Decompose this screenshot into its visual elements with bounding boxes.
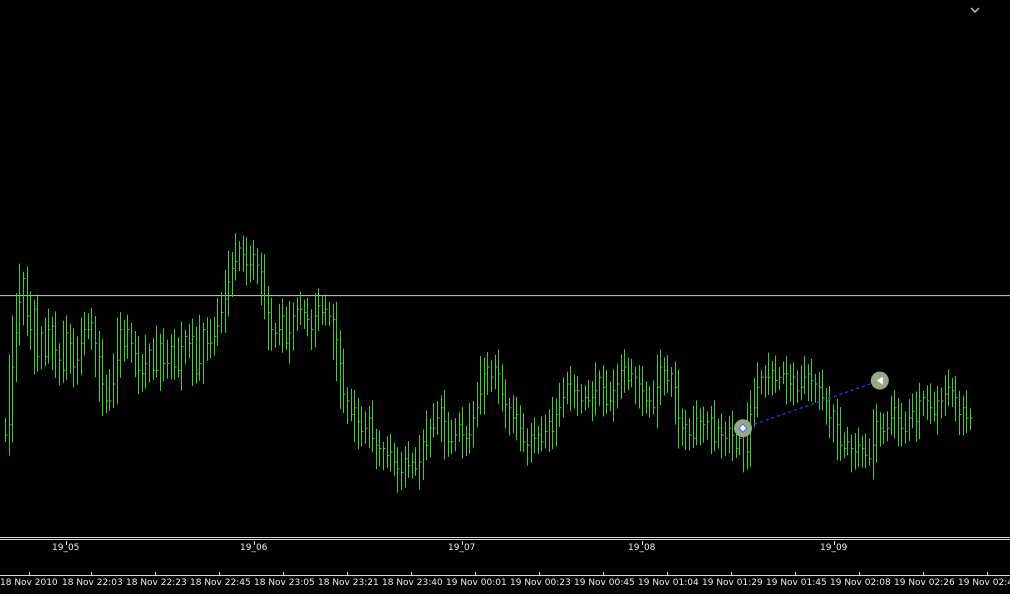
- time-tick: [219, 572, 220, 576]
- time-tick: [603, 572, 604, 576]
- time-tick: [411, 572, 412, 576]
- time-tick: [667, 572, 668, 576]
- time-tick: [475, 572, 476, 576]
- time-label: 19 Nov 01:04: [638, 578, 699, 588]
- time-label: 19 Nov 02:08: [830, 578, 891, 588]
- session-tick: [254, 541, 255, 545]
- time-label: 18 Nov 2010: [0, 578, 58, 588]
- time-label: 18 Nov 22:23: [126, 578, 187, 588]
- time-tick: [731, 572, 732, 576]
- session-tick: [462, 541, 463, 545]
- session-tick: [66, 541, 67, 545]
- axis-divider-bottom: [0, 539, 1010, 540]
- time-tick: [347, 572, 348, 576]
- time-tick: [91, 572, 92, 576]
- time-label: 18 Nov 23:40: [382, 578, 443, 588]
- bar-series: [5, 233, 973, 493]
- time-tick: [859, 572, 860, 576]
- time-label: 18 Nov 23:21: [318, 578, 379, 588]
- time-label: 18 Nov 22:03: [62, 578, 123, 588]
- time-tick: [283, 572, 284, 576]
- time-axis: 18 Nov 2010 18 Nov 22:03 18 Nov 22:23 18 No…: [0, 572, 1010, 594]
- session-axis: 19_05 19_06 19_07 19_08 19_09: [0, 541, 1010, 575]
- time-label: 19 Nov 01:45: [766, 578, 827, 588]
- chevron-down-glyph: [970, 7, 980, 13]
- time-tick: [923, 572, 924, 576]
- session-tick: [834, 541, 835, 545]
- time-label: 18 Nov 23:05: [254, 578, 315, 588]
- price-chart[interactable]: [0, 0, 1010, 537]
- chart-canvas: [0, 233, 1010, 493]
- axis-divider-top: [0, 537, 1010, 538]
- time-label: 18 Nov 22:45: [190, 578, 251, 588]
- time-label: 19 Nov 02:4: [958, 578, 1010, 588]
- time-label: 19 Nov 00:45: [574, 578, 635, 588]
- time-label: 19 Nov 01:29: [702, 578, 763, 588]
- time-label: 19 Nov 00:01: [446, 578, 507, 588]
- time-tick: [795, 572, 796, 576]
- time-tick: [29, 572, 30, 576]
- session-tick: [642, 541, 643, 545]
- time-label: 19 Nov 02:26: [894, 578, 955, 588]
- time-tick: [155, 572, 156, 576]
- time-label: 19 Nov 00:23: [510, 578, 571, 588]
- chevron-down-icon[interactable]: [970, 0, 980, 13]
- time-tick: [987, 572, 988, 576]
- time-tick: [539, 572, 540, 576]
